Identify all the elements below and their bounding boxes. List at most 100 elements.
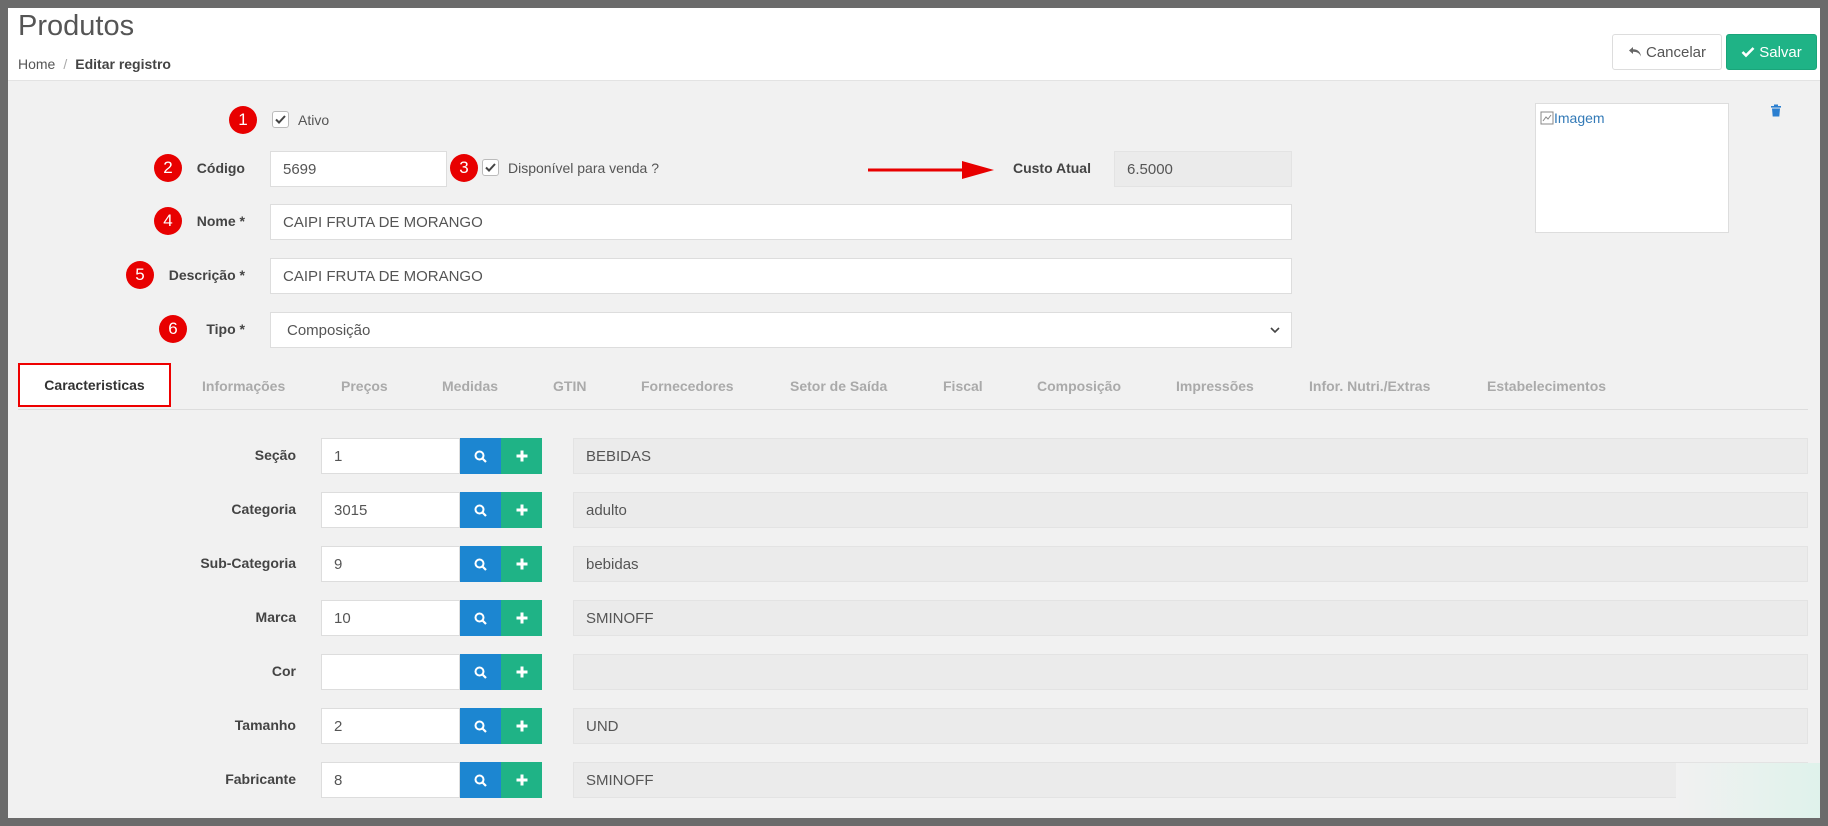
product-image-box[interactable]: Imagem — [1535, 103, 1729, 233]
search-icon — [474, 666, 487, 679]
nome-input[interactable]: CAIPI FRUTA DE MORANGO — [270, 204, 1292, 240]
annotation-badge-6: 6 — [159, 315, 187, 343]
breadcrumb-home[interactable]: Home — [18, 56, 55, 72]
trash-icon[interactable] — [1770, 104, 1782, 117]
tab-gtin[interactable]: GTIN — [553, 378, 586, 394]
characteristic-code-input[interactable]: 8 — [321, 762, 460, 798]
search-button[interactable] — [460, 546, 501, 582]
page-title: Produtos — [18, 10, 135, 42]
add-button[interactable] — [501, 492, 542, 528]
characteristic-label: Cor — [271, 663, 296, 679]
check-icon — [1741, 47, 1755, 58]
search-button[interactable] — [460, 762, 501, 798]
characteristic-label: Marca — [255, 609, 296, 625]
add-button[interactable] — [501, 438, 542, 474]
tipo-select[interactable]: Composição — [270, 312, 1292, 348]
cancel-button-label: Cancelar — [1645, 43, 1707, 61]
search-button[interactable] — [460, 654, 501, 690]
arrow-annotation-icon — [868, 161, 994, 179]
custo-atual-label: Custo Atual — [1012, 160, 1091, 176]
breadcrumb: Home / Editar registro — [18, 56, 171, 72]
plus-icon — [516, 612, 527, 624]
characteristic-code-input[interactable]: 10 — [321, 600, 460, 636]
tab-informacoes[interactable]: Informações — [202, 378, 285, 394]
product-image-alt-text: Imagem — [1554, 110, 1605, 126]
page-header: Produtos Home / Editar registro Cancelar S… — [8, 8, 1820, 81]
ativo-label: Ativo — [298, 112, 330, 128]
search-icon — [474, 774, 487, 787]
characteristic-label: Seção — [254, 447, 296, 463]
descricao-label: Descrição * — [168, 267, 245, 283]
characteristic-description-field: UND — [573, 708, 1808, 744]
characteristic-description-field: adulto — [573, 492, 1808, 528]
characteristic-label: Fabricante — [225, 771, 296, 787]
add-button[interactable] — [501, 546, 542, 582]
characteristic-description-field: SMINOFF — [573, 762, 1808, 798]
characteristic-label: Categoria — [231, 501, 296, 517]
tipo-select-value: Composição — [287, 321, 371, 339]
annotation-badge-5: 5 — [126, 261, 154, 289]
characteristic-description-field: bebidas — [573, 546, 1808, 582]
tab-composicao[interactable]: Composição — [1037, 378, 1121, 394]
plus-icon — [516, 558, 527, 570]
search-button[interactable] — [460, 492, 501, 528]
nome-label: Nome * — [196, 213, 245, 229]
breadcrumb-separator: / — [63, 56, 68, 72]
checkmark-icon — [485, 163, 496, 172]
checkmark-icon — [275, 115, 286, 124]
tab-medidas[interactable]: Medidas — [442, 378, 498, 394]
tab-estabelecimentos[interactable]: Estabelecimentos — [1487, 378, 1606, 394]
search-button[interactable] — [460, 600, 501, 636]
search-icon — [474, 612, 487, 625]
search-button[interactable] — [460, 438, 501, 474]
tabs-divider — [18, 409, 1808, 410]
search-button[interactable] — [460, 708, 501, 744]
undo-icon — [1628, 47, 1641, 57]
characteristic-description-field — [573, 654, 1808, 690]
tipo-label: Tipo * — [206, 321, 245, 337]
tab-impressoes[interactable]: Impressões — [1176, 378, 1254, 394]
characteristic-code-input[interactable]: 3015 — [321, 492, 460, 528]
add-button[interactable] — [501, 654, 542, 690]
codigo-input[interactable]: 5699 — [270, 151, 447, 187]
search-icon — [474, 504, 487, 517]
annotation-badge-3: 3 — [450, 154, 478, 182]
tab-fiscal[interactable]: Fiscal — [943, 378, 983, 394]
add-button[interactable] — [501, 762, 542, 798]
add-button[interactable] — [501, 600, 542, 636]
save-button[interactable]: Salvar — [1726, 34, 1817, 70]
tab-fornecedores[interactable]: Fornecedores — [641, 378, 734, 394]
product-image-alt: Imagem — [1540, 110, 1605, 126]
search-icon — [474, 450, 487, 463]
plus-icon — [516, 504, 527, 516]
chevron-down-icon — [1270, 327, 1280, 334]
plus-icon — [516, 720, 527, 732]
plus-icon — [516, 666, 527, 678]
plus-icon — [516, 450, 527, 462]
search-icon — [474, 558, 487, 571]
disponivel-checkbox[interactable] — [482, 159, 499, 176]
disponivel-label: Disponível para venda ? — [508, 160, 659, 176]
tab-infor-nutri-extras[interactable]: Infor. Nutri./Extras — [1309, 378, 1430, 394]
ativo-checkbox[interactable] — [272, 111, 289, 128]
characteristic-code-input[interactable]: 2 — [321, 708, 460, 744]
tab-precos[interactable]: Preços — [341, 378, 388, 394]
corner-overlay — [1676, 763, 1820, 818]
broken-image-icon — [1540, 111, 1554, 125]
breadcrumb-current: Editar registro — [75, 56, 171, 72]
codigo-label: Código — [196, 160, 245, 176]
characteristic-code-input[interactable] — [321, 654, 460, 690]
characteristic-label: Sub-Categoria — [200, 555, 296, 571]
cancel-button[interactable]: Cancelar — [1612, 34, 1722, 70]
descricao-input[interactable]: CAIPI FRUTA DE MORANGO — [270, 258, 1292, 294]
characteristic-code-input[interactable]: 9 — [321, 546, 460, 582]
search-icon — [474, 720, 487, 733]
characteristic-description-field: SMINOFF — [573, 600, 1808, 636]
custo-atual-field: 6.5000 — [1114, 151, 1292, 187]
plus-icon — [516, 774, 527, 786]
characteristic-code-input[interactable]: 1 — [321, 438, 460, 474]
tab-caracteristicas[interactable]: Caracteristicas — [18, 363, 171, 407]
add-button[interactable] — [501, 708, 542, 744]
characteristic-description-field: BEBIDAS — [573, 438, 1808, 474]
tab-setor-de-saida[interactable]: Setor de Saída — [790, 378, 887, 394]
